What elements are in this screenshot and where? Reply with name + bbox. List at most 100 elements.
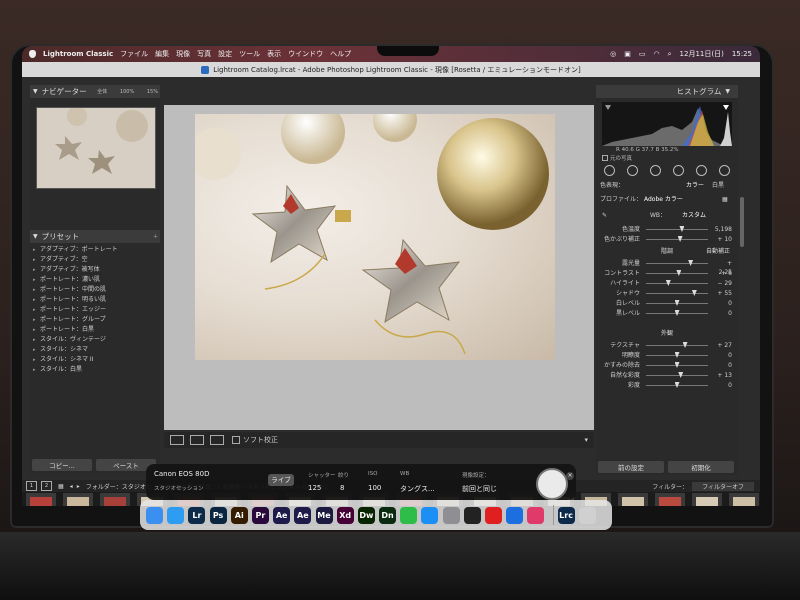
aftereffects-icon[interactable]: Ae (273, 506, 291, 524)
trash-icon[interactable] (578, 506, 596, 524)
clock[interactable]: 15:25 (732, 50, 752, 58)
histogram[interactable] (602, 102, 732, 146)
illustrator-icon[interactable]: Ai (230, 506, 248, 524)
aperture-value[interactable]: 8 (340, 484, 344, 492)
heal-tool-icon[interactable] (650, 164, 661, 176)
filmstrip-thumbnail[interactable] (729, 493, 759, 506)
creative-cloud-icon[interactable] (527, 506, 545, 524)
profile-select[interactable]: Adobe カラー (644, 195, 683, 204)
preset-item[interactable]: ポートレート：グループ (30, 315, 160, 325)
filmstrip-thumbnail[interactable] (26, 493, 56, 506)
original-photo-checkbox[interactable] (602, 155, 608, 161)
forward-icon[interactable]: ▸ (77, 483, 80, 490)
eyedropper-icon[interactable]: ✎ (602, 211, 607, 220)
menu-window[interactable]: ウインドウ (288, 49, 323, 59)
lightroom-classic-icon[interactable]: Lrc (557, 506, 575, 524)
close-icon[interactable]: × (566, 472, 574, 480)
photoshop-icon[interactable]: Ps (209, 506, 227, 524)
date[interactable]: 12月11日(日) (680, 49, 724, 59)
navigator-zoom-100[interactable]: 100% (120, 89, 134, 95)
wb-value[interactable]: タングス... (400, 484, 435, 494)
slider-track[interactable] (646, 293, 708, 294)
preset-item[interactable]: アダプティブ：空 (30, 255, 160, 265)
develop-settings-value[interactable]: 前回と同じ (462, 484, 497, 494)
system-settings-icon[interactable] (442, 506, 460, 524)
preset-item[interactable]: アダプティブ：被写体 (30, 265, 160, 275)
preset-item[interactable]: スタイル：シネマ II (30, 355, 160, 365)
before-after-icon[interactable] (190, 435, 204, 445)
auto-button[interactable]: 自動補正 (706, 247, 730, 256)
slider-value[interactable]: 0 (712, 299, 732, 308)
menu-settings[interactable]: 設定 (218, 49, 232, 59)
before-after-split-icon[interactable] (210, 435, 224, 445)
premiere-icon[interactable]: Pr (251, 506, 269, 524)
slider-track[interactable] (646, 263, 708, 264)
shutter-value[interactable]: 125 (308, 484, 321, 492)
reset-button[interactable]: 初期化 (668, 461, 734, 473)
preset-item[interactable]: スタイル：白黒 (30, 365, 160, 375)
iso-value[interactable]: 100 (368, 484, 381, 492)
filter-select[interactable]: フィルターオフ (692, 481, 754, 491)
back-icon[interactable]: ◂ (70, 483, 73, 490)
navigator-header[interactable]: ▼ ナビゲーター 全体 100% 15% (30, 85, 160, 98)
histogram-header[interactable]: ヒストグラム ▼ (596, 85, 738, 98)
edit-tool-icon[interactable] (604, 164, 615, 176)
menu-tools[interactable]: ツール (239, 49, 260, 59)
copy-button[interactable]: コピー... (32, 459, 92, 471)
crop-tool-icon[interactable] (627, 164, 638, 176)
slider-value[interactable]: 5,198 (712, 225, 732, 234)
app-store-icon[interactable] (421, 506, 439, 524)
slider-track[interactable] (646, 345, 708, 346)
search-icon[interactable]: ⌕ (668, 50, 672, 59)
slider-value[interactable]: 0 (712, 351, 732, 360)
creative-cloud-icon[interactable]: ◎ (610, 50, 616, 58)
navigator-zoom-15[interactable]: 15% (147, 89, 158, 95)
capture-button[interactable] (536, 468, 568, 500)
lightroom-icon[interactable]: Lr (188, 506, 206, 524)
preset-item[interactable]: ポートレート：エッジー (30, 305, 160, 315)
screen-2-button[interactable]: 2 (41, 481, 52, 491)
dimension-icon[interactable]: Dn (379, 506, 397, 524)
menu-view[interactable]: 表示 (267, 49, 281, 59)
menu-file[interactable]: ファイル (120, 49, 148, 59)
filmstrip-thumbnail[interactable] (692, 493, 722, 506)
navigator-fit[interactable]: 全体 (97, 88, 107, 95)
safari-icon[interactable] (167, 506, 185, 524)
live-view-button[interactable]: ライブ (268, 474, 294, 486)
preset-item[interactable]: ポートレート：濃い肌 (30, 275, 160, 285)
preset-item[interactable]: スタイル：ヴィンテージ (30, 335, 160, 345)
grid-view-icon[interactable]: ▦ (58, 483, 64, 490)
control-center-icon[interactable]: ▣ (624, 50, 631, 58)
profile-browser-icon[interactable]: ▦ (722, 195, 728, 204)
presets-header[interactable]: ▼ プリセット ＋ (30, 230, 160, 243)
preset-item[interactable]: ポートレート：中間の肌 (30, 285, 160, 295)
capture-icon[interactable] (463, 506, 481, 524)
add-preset-icon[interactable]: ＋ (153, 233, 158, 240)
slider-value[interactable]: − 29 (712, 279, 732, 288)
toolbar-menu-icon[interactable]: ▾ (584, 436, 588, 444)
filmstrip-thumbnail[interactable] (655, 493, 685, 506)
filmstrip-thumbnail[interactable] (618, 493, 648, 506)
preset-item[interactable]: スタイル：シネマ (30, 345, 160, 355)
xd-icon[interactable]: Xd (336, 506, 354, 524)
right-panel-scrollbar[interactable] (740, 197, 744, 247)
battery-icon[interactable]: ▭ (639, 50, 646, 58)
slider-track[interactable] (646, 375, 708, 376)
1password-icon[interactable] (506, 506, 524, 524)
menu-help[interactable]: ヘルプ (330, 49, 351, 59)
slider-value[interactable]: 0 (712, 361, 732, 370)
filmstrip-thumbnail[interactable] (100, 493, 130, 506)
finder-icon[interactable] (146, 506, 163, 524)
treatment-color[interactable]: カラー (686, 181, 704, 190)
wifi-icon[interactable]: ◠ (654, 50, 660, 58)
slider-value[interactable]: + 13 (712, 371, 732, 380)
softproof-checkbox[interactable] (232, 436, 240, 444)
preset-item[interactable]: ポートレート：明るい肌 (30, 295, 160, 305)
treatment-bw[interactable]: 白黒 (712, 181, 724, 190)
slider-track[interactable] (646, 283, 708, 284)
image-canvas[interactable] (164, 105, 594, 430)
slider-track[interactable] (646, 273, 708, 274)
slider-value[interactable]: 0 (712, 381, 732, 390)
menu-edit[interactable]: 編集 (155, 49, 169, 59)
media-encoder-icon[interactable]: Me (315, 506, 333, 524)
